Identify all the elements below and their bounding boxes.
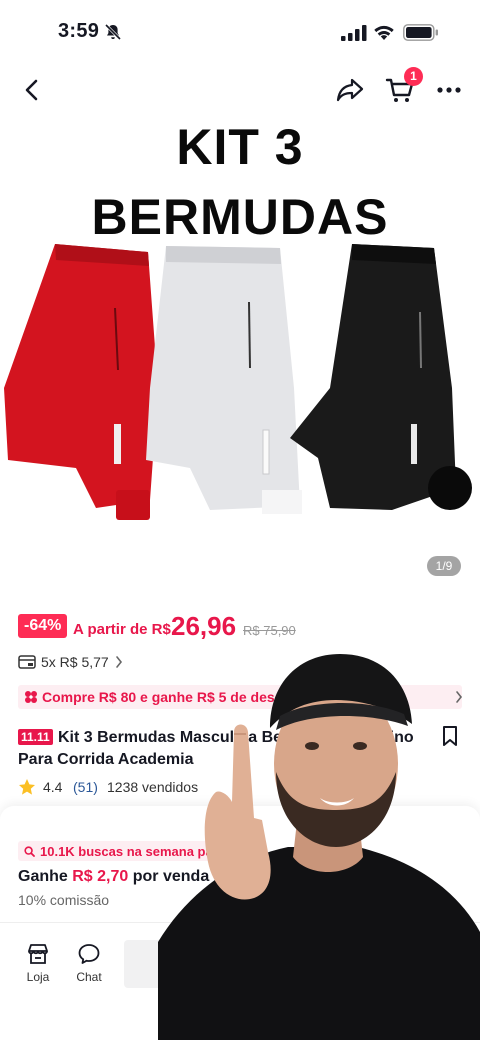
status-bar: 3:59 [0,0,480,64]
commission-prefix: Ganhe [18,868,68,885]
star-icon [19,779,35,795]
more-icon[interactable] [434,78,464,102]
chevron-right-icon[interactable] [115,655,123,669]
store-label[interactable]: Loja [26,970,50,984]
rating-count[interactable]: (51) [73,779,98,795]
commission-value: R$ 2,70 [72,868,129,885]
chat-label[interactable]: Chat [70,970,108,984]
product-image-shorts[interactable] [0,238,480,538]
bell-off-icon [104,23,122,41]
hero-title-line1: KIT 3 [176,119,304,175]
presenter-video-overlay [158,654,480,1040]
discount-badge: -64% [18,614,68,638]
store-icon[interactable] [26,942,50,966]
installment-text[interactable]: 5x R$ 5,77 [41,654,109,670]
back-arrow-icon[interactable] [18,76,46,104]
status-time: 3:59 [58,20,100,42]
credit-card-icon [18,655,36,669]
search-icon [24,845,35,857]
white-shorts-image [146,246,302,514]
promo-tag-icon [25,691,37,703]
share-icon[interactable] [335,76,365,104]
rating-value: 4.4 [43,779,63,795]
cart-badge: 1 [404,67,423,86]
red-shorts-image [4,244,158,520]
sale-badge: 11.11 [18,729,53,745]
black-shorts-image [290,244,472,510]
commission-rate: 10% comissão [18,892,110,908]
price-prefix: A partir de R$ [73,621,171,638]
chat-icon[interactable] [77,942,101,966]
wifi-icon [374,25,394,40]
battery-icon [403,24,438,41]
cellular-signal-icon [341,25,367,41]
price-old: R$ 75,90 [243,623,296,638]
image-counter: 1/9 [427,556,461,576]
price-value: 26,96 [171,611,237,641]
